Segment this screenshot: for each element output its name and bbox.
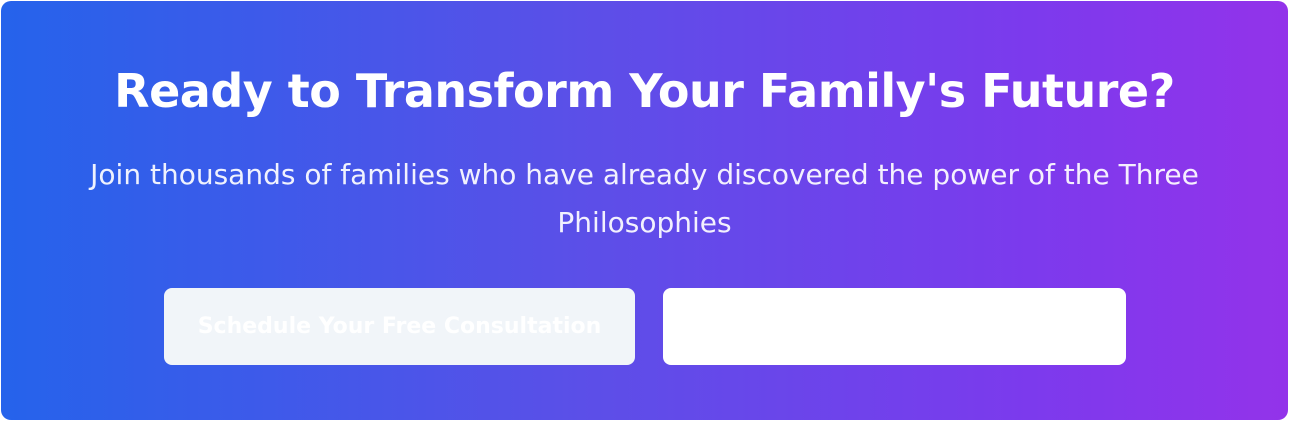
cta-title: Ready to Transform Your Family's Future? [114,64,1175,118]
cta-subtitle: Join thousands of families who have alre… [90,158,1199,239]
cta-banner: Ready to Transform Your Family's Future?… [1,1,1288,420]
schedule-consultation-button[interactable]: Schedule Your Free Consultation [164,288,635,365]
secondary-cta-button[interactable] [663,288,1126,365]
